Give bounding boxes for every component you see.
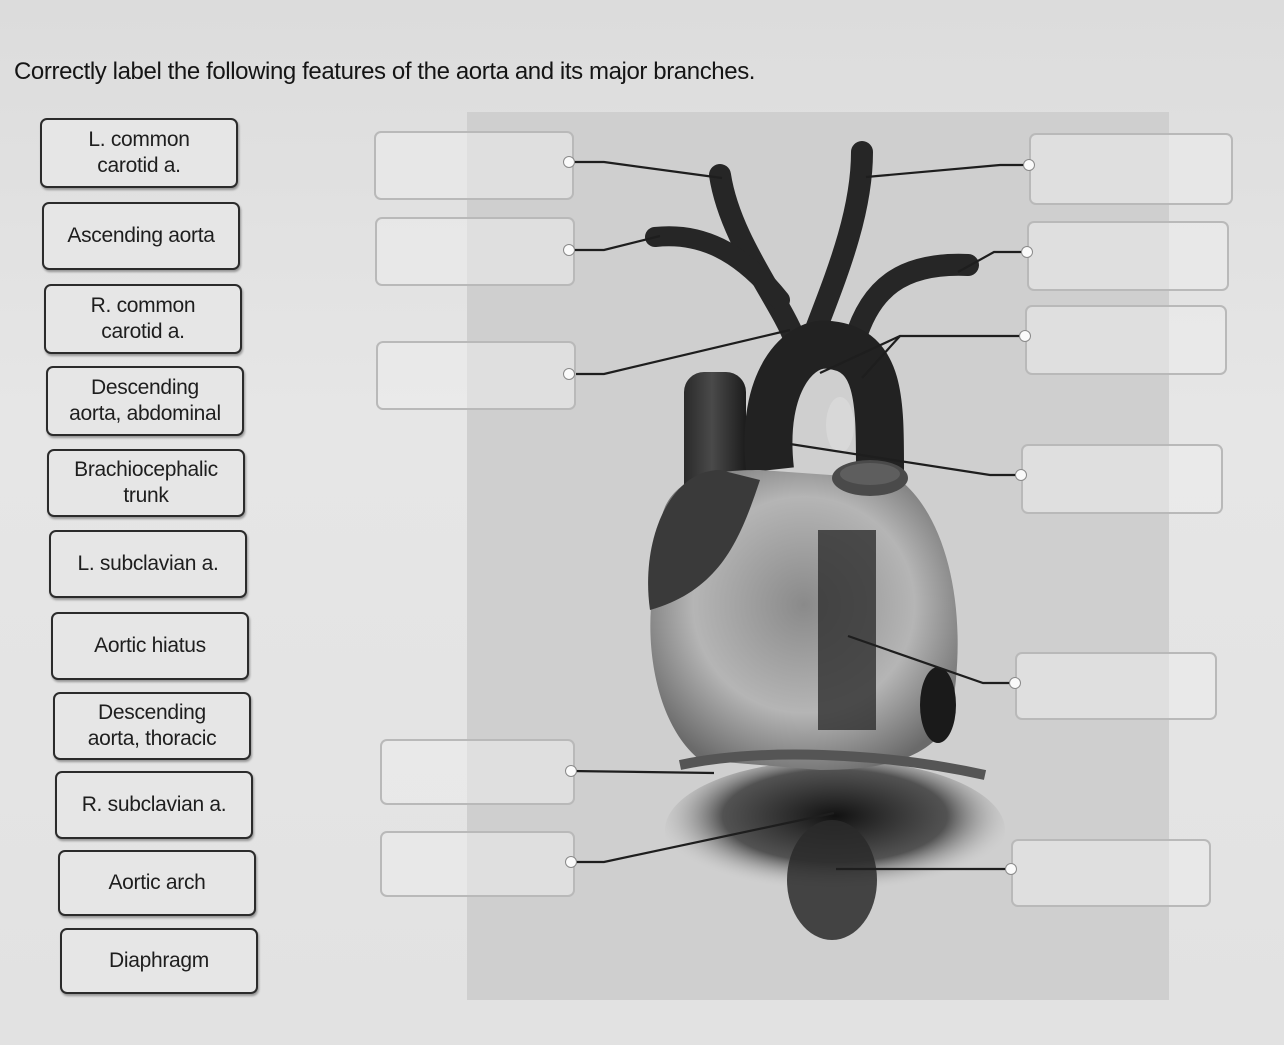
l-subclavian-shape — [844, 253, 979, 351]
anchor-dot — [563, 156, 575, 168]
anchor-dot — [1015, 469, 1027, 481]
drop-target-right-4[interactable] — [1021, 444, 1223, 514]
anchor-dot — [1009, 677, 1021, 689]
anchor-dot — [1023, 159, 1035, 171]
drop-target-left-5[interactable] — [380, 831, 575, 897]
drop-target-right-2[interactable] — [1027, 221, 1229, 291]
anchor-dot — [563, 244, 575, 256]
drop-target-left-4[interactable] — [380, 739, 575, 805]
anchor-dot — [563, 368, 575, 380]
anchor-dot — [1021, 246, 1033, 258]
leader-line-9 — [789, 442, 1021, 477]
anchor-dot — [565, 856, 577, 868]
drop-target-right-1[interactable] — [1029, 133, 1233, 205]
abdominal-aorta-shape — [787, 820, 877, 940]
drop-target-right-6[interactable] — [1011, 839, 1211, 907]
drop-target-right-3[interactable] — [1025, 305, 1227, 375]
interventricular-groove — [818, 530, 876, 730]
leader-line-4 — [570, 769, 715, 775]
aortic-arch-shape — [744, 320, 904, 473]
heart-dark-patch — [920, 667, 956, 743]
drop-target-left-3[interactable] — [376, 341, 576, 410]
arch-gap — [826, 397, 854, 453]
leader-line-1 — [569, 160, 723, 180]
drop-target-left-2[interactable] — [375, 217, 575, 286]
drop-target-right-5[interactable] — [1015, 652, 1217, 720]
anchor-dot — [565, 765, 577, 777]
anchor-dot — [1019, 330, 1031, 342]
r-subclavian-shape — [645, 226, 790, 310]
drop-target-left-1[interactable] — [374, 131, 574, 200]
leader-line-3 — [569, 328, 791, 376]
anchor-dot — [1005, 863, 1017, 875]
leader-line-6 — [865, 163, 1028, 179]
